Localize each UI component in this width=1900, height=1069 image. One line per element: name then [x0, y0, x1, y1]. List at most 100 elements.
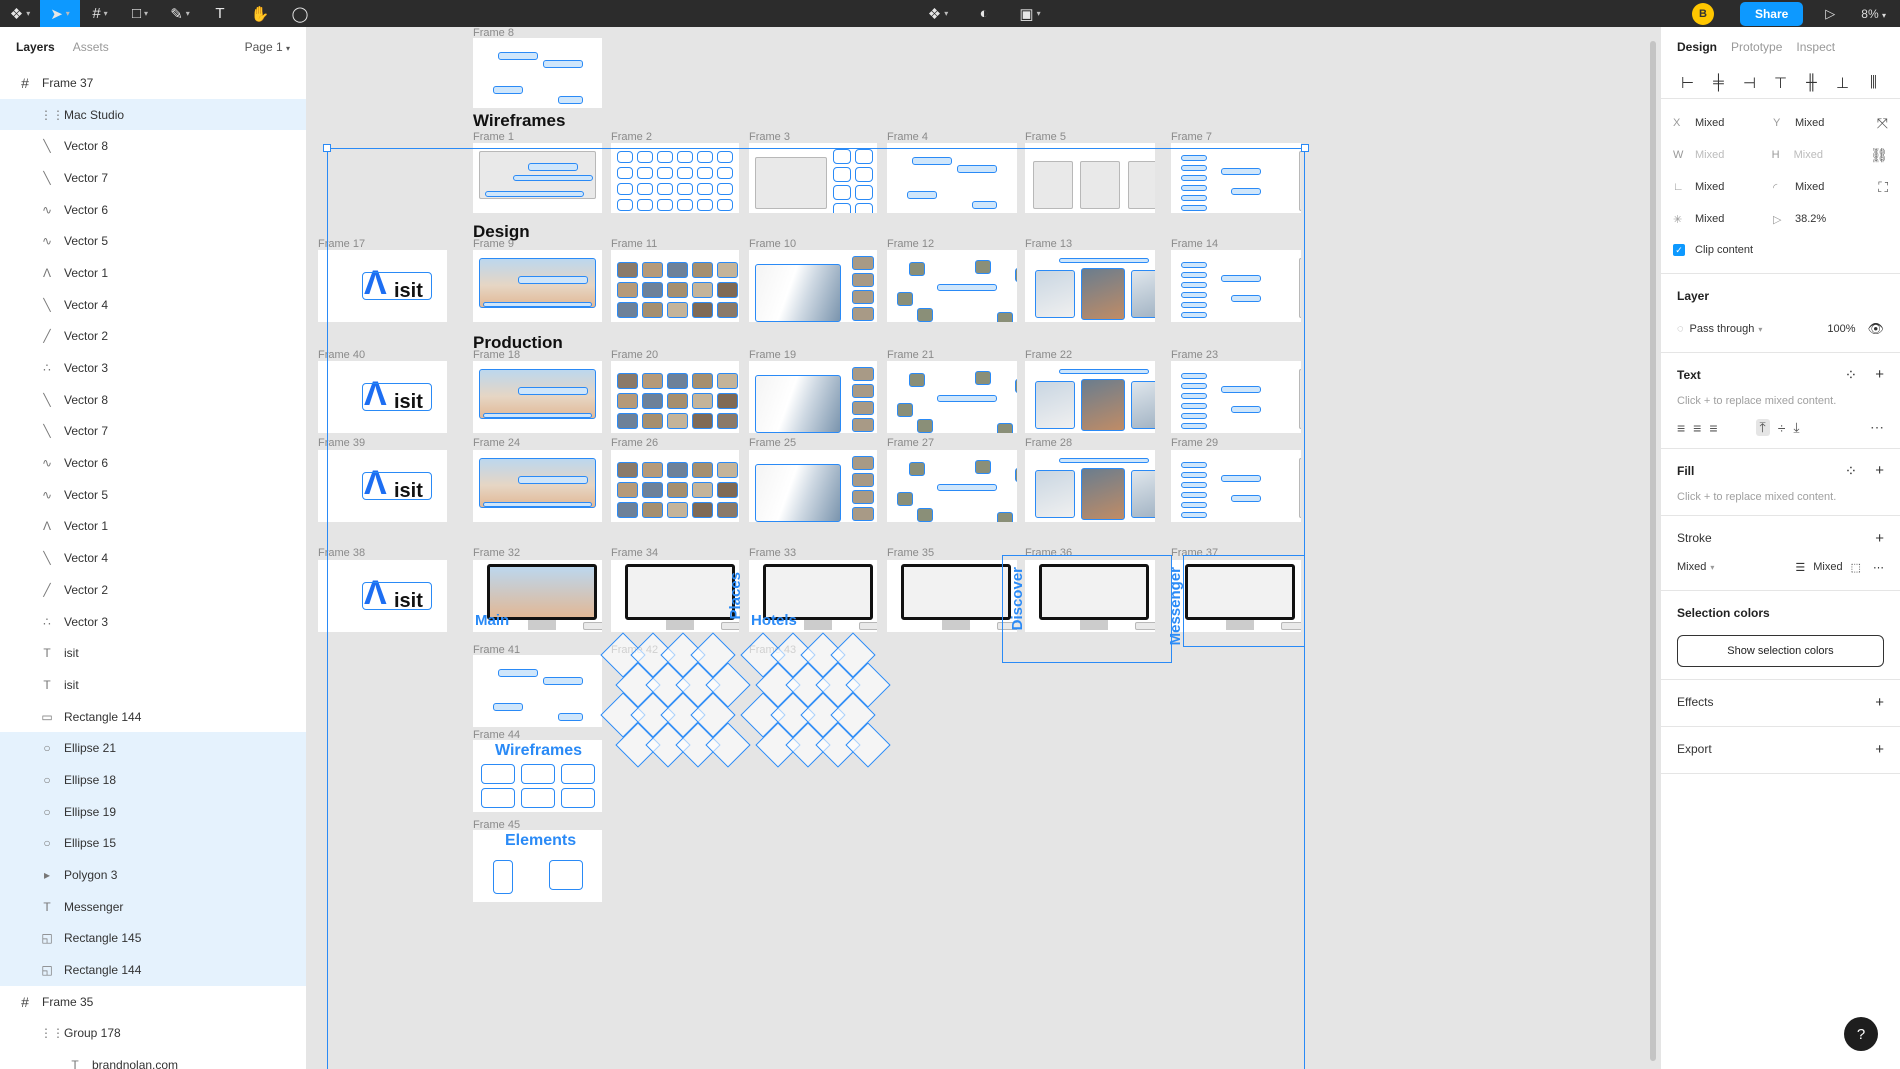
frame-label[interactable]: Frame 24: [473, 437, 520, 449]
frame-thumbnail[interactable]: [749, 450, 877, 522]
x-field[interactable]: X Mixed: [1673, 117, 1773, 129]
frame-thumbnail[interactable]: [749, 143, 877, 213]
frame-label[interactable]: Frame 20: [611, 349, 658, 361]
clip-content-toggle[interactable]: ✓ Clip content: [1673, 235, 1888, 265]
independent-corners-icon[interactable]: ⛶: [1878, 179, 1888, 196]
frame-label[interactable]: Frame 1: [473, 131, 514, 143]
frame-thumbnail[interactable]: [749, 250, 877, 322]
styles-grid-icon[interactable]: ⁘: [1845, 366, 1858, 384]
frame-label[interactable]: Frame 9: [473, 238, 514, 250]
tab-prototype[interactable]: Prototype: [1731, 40, 1782, 54]
checkbox-checked-icon[interactable]: ✓: [1673, 244, 1685, 256]
text-align-right-icon[interactable]: ≡: [1709, 420, 1717, 436]
distribute-icon[interactable]: ⫼: [1859, 74, 1888, 91]
frame-thumbnail[interactable]: [887, 143, 1017, 213]
layer-item[interactable]: Λ Vector 1: [0, 511, 306, 543]
layer-item[interactable]: # Frame 37: [0, 67, 306, 99]
layer-item[interactable]: ╲ Vector 7: [0, 162, 306, 194]
canvas[interactable]: Frame 8 Wireframes Frame 1 Frame 2 Frame 3 Fr…: [307, 27, 1660, 1069]
h-field[interactable]: H Mixed: [1772, 149, 1871, 161]
more-options-icon[interactable]: ⋯: [1873, 561, 1884, 574]
present-icon[interactable]: ▷: [1825, 6, 1835, 22]
styles-grid-icon[interactable]: ⁘: [1845, 462, 1858, 480]
add-icon[interactable]: +: [1875, 530, 1884, 547]
frame-thumbnail[interactable]: [1025, 361, 1155, 433]
layer-item[interactable]: ◱ Rectangle 145: [0, 922, 306, 955]
frame-thumbnail[interactable]: [749, 361, 877, 433]
frame-label[interactable]: Frame 22: [1025, 349, 1072, 361]
frame-thumbnail[interactable]: Λisit: [318, 560, 447, 632]
selection-handle[interactable]: [1301, 144, 1309, 152]
layer-item[interactable]: ○ Ellipse 19: [0, 795, 306, 828]
frame-label[interactable]: Frame 40: [318, 349, 365, 361]
frame-label[interactable]: Frame 29: [1171, 437, 1218, 449]
frame-thumbnail[interactable]: Elements: [473, 830, 602, 902]
frame-thumbnail[interactable]: Wireframes: [473, 740, 602, 812]
frame-thumbnail[interactable]: [887, 361, 1017, 433]
layer-item[interactable]: Tbrandnolan.com: [0, 1049, 306, 1069]
zoom-menu[interactable]: 8% ▾: [1861, 7, 1886, 21]
frame-tool-icon[interactable]: # ▾: [80, 0, 120, 27]
frame-thumbnail[interactable]: [473, 450, 602, 522]
frame-thumbnail[interactable]: [1025, 560, 1155, 632]
hand-tool-icon[interactable]: ✋: [240, 0, 280, 27]
layer-item[interactable]: ⋮⋮ Mac Studio: [0, 98, 306, 131]
frame-label[interactable]: Frame 17: [318, 238, 365, 250]
add-icon[interactable]: +: [1875, 741, 1884, 758]
frame-thumbnail[interactable]: [611, 450, 739, 522]
stroke-value[interactable]: Mixed: [1677, 561, 1706, 573]
layer-item[interactable]: ╲ Vector 7: [0, 416, 306, 448]
component-icon[interactable]: ❖ ▾: [915, 0, 961, 27]
skew-field[interactable]: ▷ 38.2%: [1773, 213, 1873, 226]
opacity-value[interactable]: 100%: [1827, 323, 1855, 335]
stroke-sides-icon[interactable]: ⬚: [1851, 561, 1861, 574]
frame-label[interactable]: Frame 12: [887, 238, 934, 250]
layer-item[interactable]: ∿ Vector 6: [0, 447, 306, 479]
layer-item[interactable]: ╲ Vector 8: [0, 130, 306, 162]
move-tool-icon[interactable]: ➤ ▾: [40, 0, 80, 27]
stroke-weight-value[interactable]: Mixed: [1813, 561, 1842, 573]
frame-thumbnail[interactable]: [473, 38, 602, 108]
rotation-field[interactable]: ∟ Mixed: [1673, 181, 1773, 193]
frame-thumbnail[interactable]: [611, 361, 739, 433]
frame-label[interactable]: Frame 33: [749, 547, 796, 559]
layer-item[interactable]: ╱ Vector 2: [0, 574, 306, 606]
frame-thumbnail[interactable]: Λisit: [318, 361, 447, 433]
share-button[interactable]: Share: [1739, 1, 1804, 26]
frame-thumbnail[interactable]: [473, 361, 602, 433]
frame-label[interactable]: Frame 26: [611, 437, 658, 449]
layer-item[interactable]: # Frame 35: [0, 986, 306, 1018]
frame-thumbnail[interactable]: [887, 560, 1017, 632]
eye-icon[interactable]: 👁: [1867, 321, 1884, 337]
frame-thumbnail[interactable]: [611, 250, 739, 322]
text-align-left-icon[interactable]: ≡: [1677, 420, 1685, 436]
frame-label[interactable]: Frame 10: [749, 238, 796, 250]
resize-to-fit-icon[interactable]: ⤧: [1877, 115, 1888, 132]
frame-label[interactable]: Frame 34: [611, 547, 658, 559]
page-selector[interactable]: Page 1 ▾: [245, 40, 290, 54]
frame-thumbnail[interactable]: [1171, 250, 1301, 322]
align-center-horizontal-icon[interactable]: ╪: [1704, 74, 1733, 91]
frame-thumbnail[interactable]: [1025, 250, 1155, 322]
more-options-icon[interactable]: ⋯: [1870, 419, 1884, 436]
y-field[interactable]: Y Mixed: [1773, 117, 1873, 129]
align-center-vertical-icon[interactable]: ╫: [1797, 74, 1826, 91]
tab-layers[interactable]: Layers: [16, 40, 55, 54]
rotated-collage[interactable]: [600, 632, 757, 779]
frame-label[interactable]: Frame 19: [749, 349, 796, 361]
layer-item[interactable]: ⋮⋮ Group 178: [0, 1018, 306, 1050]
layer-item[interactable]: ◱ Rectangle 144: [0, 954, 306, 986]
frame-label[interactable]: Frame 38: [318, 547, 365, 559]
frame-label[interactable]: Frame 37: [1171, 547, 1218, 559]
rotated-collage[interactable]: [740, 632, 897, 779]
frame-thumbnail[interactable]: [611, 143, 739, 213]
tab-design[interactable]: Design: [1677, 40, 1717, 54]
frame-thumbnail[interactable]: [473, 143, 602, 213]
add-icon[interactable]: +: [1875, 694, 1884, 711]
layer-item[interactable]: ▸ Polygon 3: [0, 859, 306, 891]
layer-item[interactable]: Tisit: [0, 669, 306, 701]
align-bottom-text-icon[interactable]: ⤓: [1793, 419, 1799, 436]
w-field[interactable]: W Mixed: [1673, 149, 1772, 161]
add-icon[interactable]: +: [1875, 462, 1884, 480]
mask-icon[interactable]: ◐: [961, 0, 1007, 27]
